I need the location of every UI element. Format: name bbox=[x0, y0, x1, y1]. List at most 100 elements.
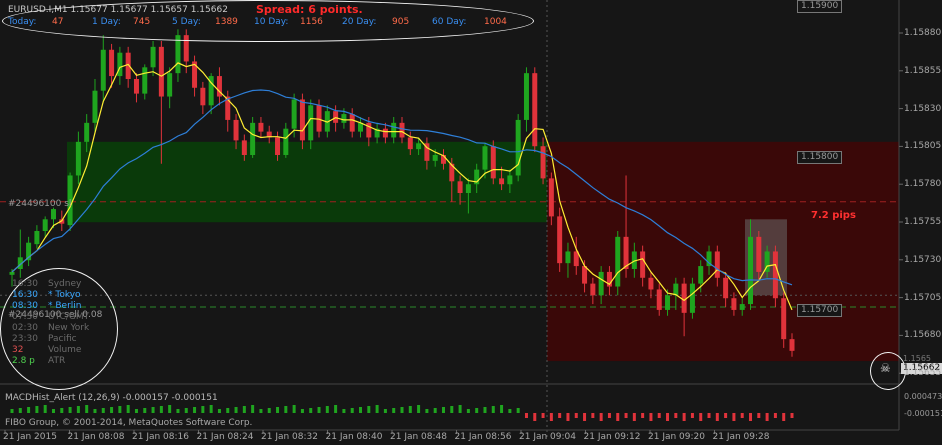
candle-body bbox=[258, 122, 264, 132]
macd-bar bbox=[657, 413, 661, 418]
session-time: 07:30 bbox=[12, 312, 38, 322]
price-tick-label: 1.15730 bbox=[904, 254, 942, 265]
macd-bar bbox=[475, 408, 479, 413]
time-tick-label: 21 Jan 08:40 bbox=[325, 432, 383, 442]
candle-body bbox=[84, 122, 90, 142]
macd-bar bbox=[267, 408, 271, 413]
candle-body bbox=[673, 283, 679, 296]
session-city: ATR bbox=[48, 356, 66, 366]
candle-body bbox=[133, 79, 139, 94]
macd-bar bbox=[790, 413, 794, 418]
candle-body bbox=[623, 236, 629, 269]
price-marker-stop-loss[interactable]: 1.15700 bbox=[797, 304, 843, 317]
macd-bar bbox=[292, 405, 296, 413]
session-city: * Berlin bbox=[48, 301, 82, 311]
candle-body bbox=[399, 122, 405, 138]
macd-bar bbox=[690, 413, 694, 418]
candle-body bbox=[407, 137, 413, 150]
macd-bar bbox=[201, 406, 205, 413]
candle-body bbox=[75, 141, 81, 176]
macd-scale-top: 0.000473 bbox=[904, 392, 942, 401]
price-tick-label: 1.15755 bbox=[904, 217, 942, 227]
macd-bar bbox=[10, 409, 14, 413]
macd-bar bbox=[740, 413, 744, 418]
macd-bar bbox=[583, 413, 587, 421]
macd-bar bbox=[300, 409, 304, 413]
skull-icon[interactable]: ☠ bbox=[880, 362, 891, 374]
macd-bar bbox=[599, 413, 603, 421]
candle-body bbox=[366, 122, 372, 138]
stat-label: 10 Day: bbox=[254, 17, 289, 27]
macd-bar bbox=[51, 409, 55, 413]
time-tick-label: 21 Jan 2015 bbox=[3, 432, 57, 442]
stat-value: 1156 bbox=[300, 17, 323, 27]
candle-body bbox=[391, 122, 397, 138]
price-tick-label: 1.15880 bbox=[904, 28, 942, 38]
macd-bar bbox=[558, 413, 562, 418]
pips-label: 7.2 pips bbox=[811, 210, 856, 221]
macd-bar bbox=[383, 409, 387, 413]
candle-body bbox=[490, 146, 496, 179]
macd-bar bbox=[367, 406, 371, 413]
macd-bar bbox=[118, 406, 122, 413]
candle-body bbox=[590, 283, 596, 296]
macd-bar bbox=[317, 407, 321, 413]
candle-body bbox=[772, 251, 778, 299]
candle-body bbox=[557, 216, 563, 264]
session-city: * Tokyo bbox=[48, 290, 81, 300]
session-city: New York bbox=[48, 323, 90, 333]
session-time: 02:30 bbox=[12, 323, 38, 333]
macd-bar bbox=[375, 405, 379, 413]
buy-order-label: #24496100 sl bbox=[8, 199, 72, 209]
price-marker-top[interactable]: 1.15900 bbox=[797, 0, 843, 13]
sell-zone bbox=[547, 141, 899, 362]
time-tick-label: 21 Jan 09:12 bbox=[583, 432, 641, 442]
macd-bar bbox=[101, 408, 105, 413]
macd-bar bbox=[18, 408, 22, 413]
candle-body bbox=[507, 175, 513, 185]
candle-body bbox=[756, 236, 762, 272]
macd-bar bbox=[624, 413, 628, 418]
macd-bar bbox=[632, 413, 636, 421]
candle-body bbox=[241, 140, 247, 155]
macd-bar bbox=[68, 407, 72, 413]
macd-bar bbox=[500, 405, 504, 413]
macd-bar bbox=[782, 413, 786, 421]
macd-bar bbox=[350, 408, 354, 413]
candle-body bbox=[250, 122, 256, 155]
chart-window[interactable]: EURUSD.I,M1 1.15677 1.15677 1.15657 1.15… bbox=[0, 0, 942, 445]
candle-body bbox=[565, 251, 571, 264]
macd-bar bbox=[392, 408, 396, 413]
macd-bar bbox=[491, 406, 495, 413]
macd-bar bbox=[334, 405, 338, 413]
candle-body bbox=[714, 251, 720, 278]
candle-body bbox=[50, 209, 56, 220]
candle-body bbox=[109, 49, 115, 77]
candle-body bbox=[582, 266, 588, 284]
macd-bar bbox=[616, 413, 620, 421]
candle-body bbox=[92, 90, 98, 123]
macd-bar bbox=[417, 405, 421, 413]
candle-body bbox=[341, 114, 347, 123]
macd-bar bbox=[699, 413, 703, 421]
chart-canvas[interactable] bbox=[0, 0, 942, 445]
price-tick-label: 1.15805 bbox=[904, 141, 942, 152]
macd-bar bbox=[524, 413, 528, 418]
price-tick-label: 1.15855 bbox=[904, 65, 942, 76]
macd-bar bbox=[60, 408, 64, 413]
time-tick-label: 21 Jan 08:32 bbox=[261, 432, 318, 442]
candle-body bbox=[789, 339, 795, 351]
candle-body bbox=[656, 289, 662, 310]
macd-bar bbox=[466, 409, 470, 413]
macd-bar bbox=[400, 407, 404, 413]
price-marker-take-profit[interactable]: 1.15800 bbox=[797, 151, 843, 164]
candle-body bbox=[548, 178, 554, 217]
candle-body bbox=[689, 283, 695, 313]
macd-bar bbox=[234, 407, 238, 413]
macd-bar bbox=[76, 406, 80, 413]
macd-bar bbox=[217, 409, 221, 413]
candle-body bbox=[333, 111, 339, 123]
macd-bar bbox=[732, 413, 736, 421]
price-tick-label: 1.15830 bbox=[904, 103, 942, 114]
footer-copyright: FIBO Group, © 2001-2014, MetaQuotes Soft… bbox=[5, 418, 253, 428]
